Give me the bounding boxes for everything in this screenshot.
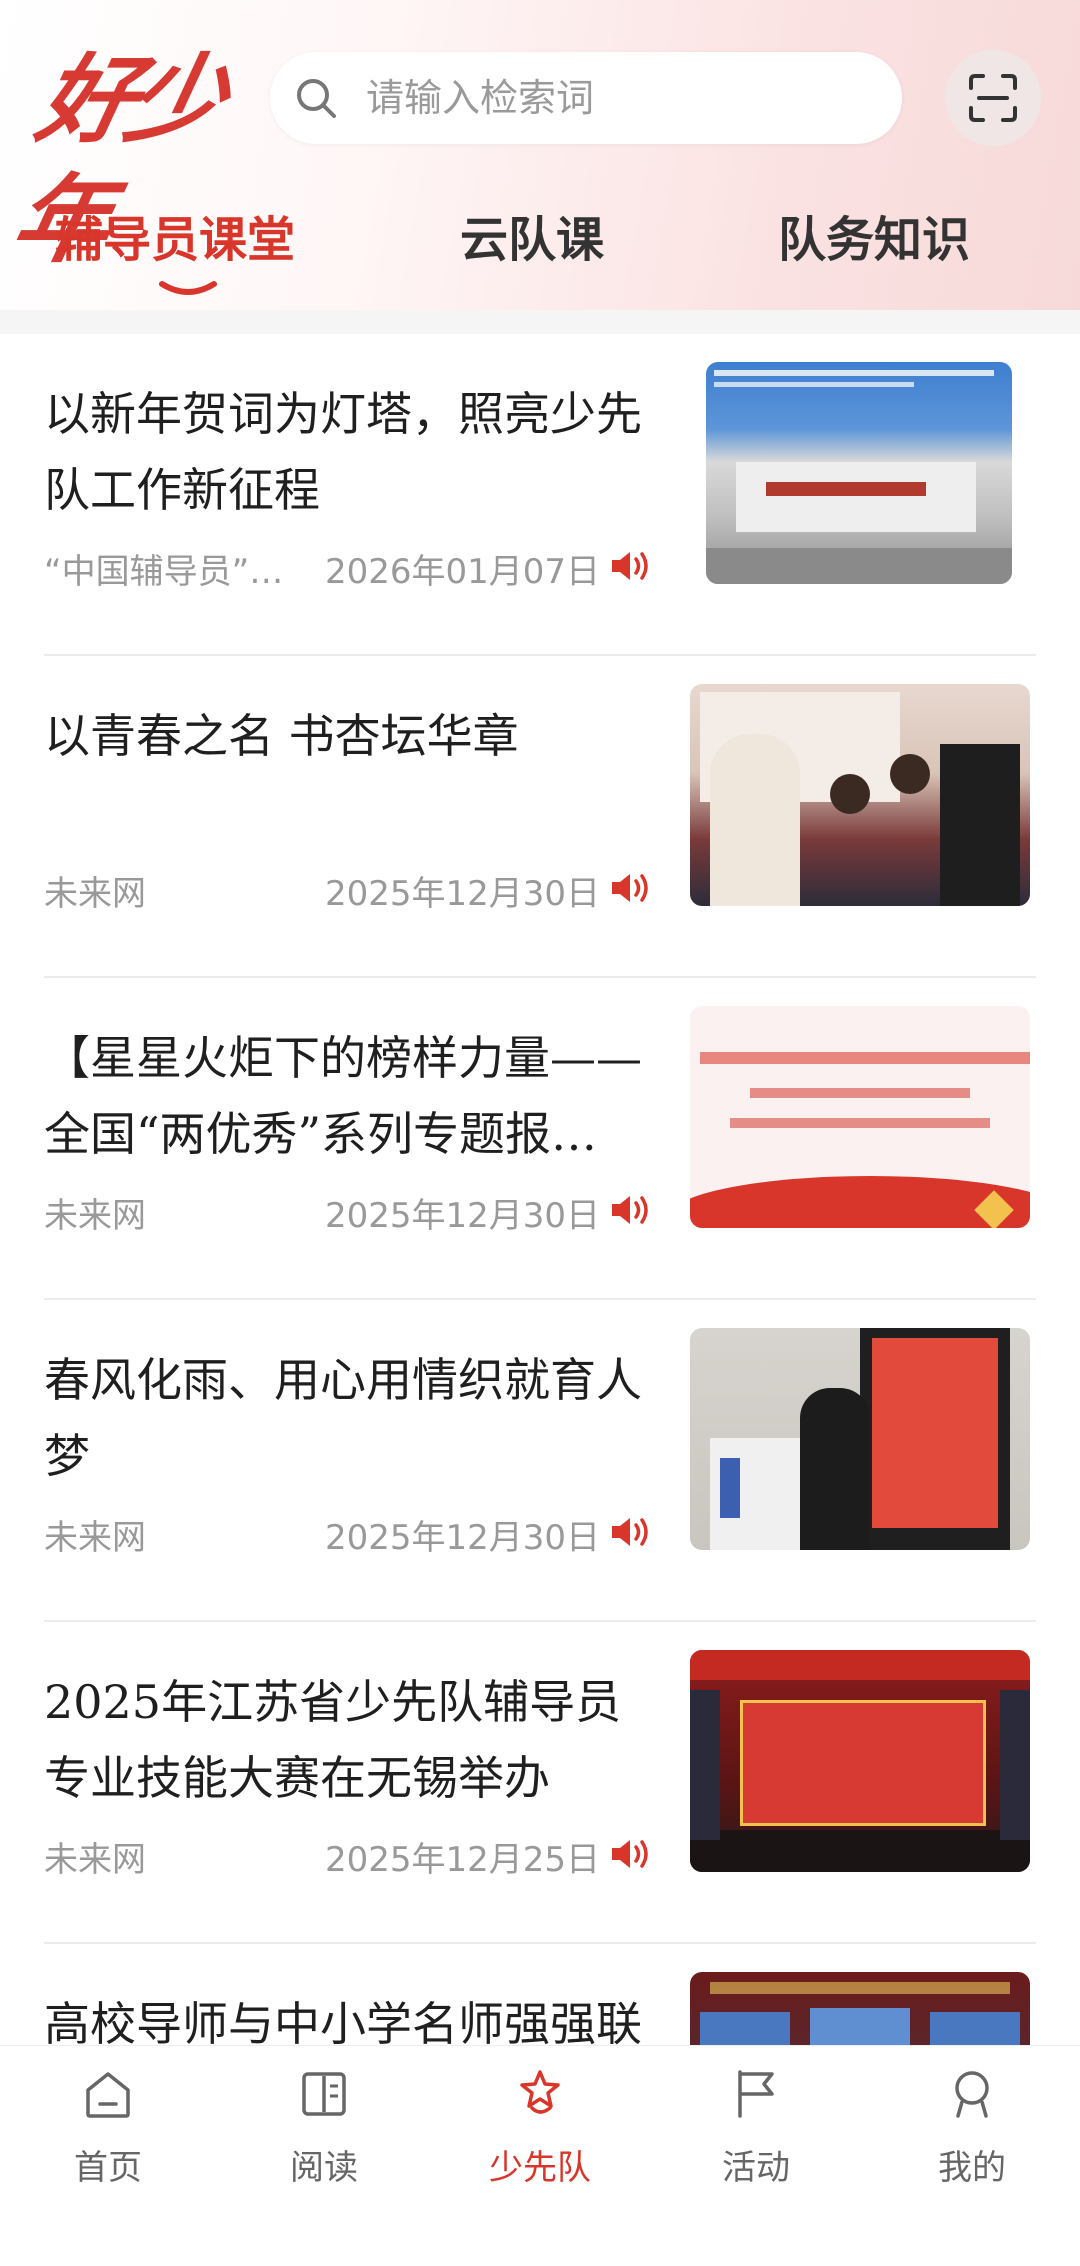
article-item[interactable]: 【星星火炬下的榜样力量——全国“两优秀”系列专题报… 未来网 2025年12月3… xyxy=(0,978,1080,1300)
article-thumbnail xyxy=(690,684,1030,906)
app-logo: 好少年 xyxy=(2,43,229,276)
search-bar[interactable]: 请输入检索词 xyxy=(270,52,902,144)
article-source: “中国辅导员”… xyxy=(44,552,284,592)
article-thumbnail xyxy=(690,1650,1030,1872)
search-placeholder: 请输入检索词 xyxy=(366,76,595,120)
article-title: 【星星火炬下的榜样力量——全国“两优秀”系列专题报… xyxy=(44,1031,642,1161)
article-title: 春风化雨、用心用情织就育人梦 xyxy=(44,1353,642,1483)
article-source: 未来网 xyxy=(44,1840,146,1880)
article-date: 2025年12月25日 xyxy=(325,1840,601,1880)
active-tab-indicator xyxy=(159,281,217,295)
article-date: 2026年01月07日 xyxy=(325,552,601,592)
article-source: 未来网 xyxy=(44,1518,146,1558)
scan-button[interactable] xyxy=(945,50,1041,146)
section-divider xyxy=(0,310,1080,334)
tab-cloud-class[interactable]: 云队课 xyxy=(460,200,604,280)
article-thumbnail xyxy=(690,1328,1030,1550)
speaker-icon[interactable] xyxy=(608,1512,652,1552)
article-item[interactable]: 春风化雨、用心用情织就育人梦 未来网 2025年12月30日 xyxy=(0,1300,1080,1622)
article-date: 2025年12月30日 xyxy=(325,1196,601,1236)
article-title: 以青春之名 书杏坛华章 xyxy=(44,709,519,763)
tab-team-knowledge[interactable]: 队务知识 xyxy=(778,200,970,280)
article-date: 2025年12月30日 xyxy=(325,1518,601,1558)
speaker-icon[interactable] xyxy=(608,1834,652,1874)
nav-label: 阅读 xyxy=(290,2148,358,2188)
book-icon xyxy=(302,2072,346,2116)
nav-pioneers[interactable]: 少先队 xyxy=(432,2046,648,2200)
article-thumbnail xyxy=(706,362,1012,584)
article-title: 以新年贺词为灯塔，照亮少先队工作新征程 xyxy=(44,387,642,517)
article-item[interactable]: 2025年江苏省少先队辅导员专业技能大赛在无锡举办 未来网 2025年12月25… xyxy=(0,1622,1080,1944)
speaker-icon[interactable] xyxy=(608,1190,652,1230)
search-icon xyxy=(297,79,336,118)
category-tabs: 辅导员课堂 云队课 队务知识 xyxy=(0,200,1080,310)
speaker-icon[interactable] xyxy=(608,546,652,586)
nav-mine[interactable]: 我的 xyxy=(864,2046,1080,2200)
nav-label: 首页 xyxy=(74,2148,142,2188)
article-title: 2025年江苏省少先队辅导员专业技能大赛在无锡举办 xyxy=(44,1675,622,1805)
app-header: 好少年 请输入检索词 辅导员课堂 云队课 队务知识 xyxy=(0,0,1080,310)
tab-counselor-class[interactable]: 辅导员课堂 xyxy=(55,200,295,280)
nav-home[interactable]: 首页 xyxy=(0,2046,216,2200)
scan-icon xyxy=(969,74,1017,122)
nav-label: 活动 xyxy=(722,2148,790,2188)
user-icon xyxy=(955,2071,989,2118)
nav-label: 我的 xyxy=(938,2148,1006,2188)
nav-label: 少先队 xyxy=(489,2148,591,2188)
nav-activities[interactable]: 活动 xyxy=(648,2046,864,2200)
article-source: 未来网 xyxy=(44,1196,146,1236)
star-torch-icon xyxy=(520,2070,560,2114)
bottom-nav: 首页 阅读 少先队 活动 我的 xyxy=(0,2045,1080,2200)
home-icon xyxy=(86,2072,130,2118)
speaker-icon[interactable] xyxy=(608,868,652,908)
nav-read[interactable]: 阅读 xyxy=(216,2046,432,2200)
article-thumbnail xyxy=(690,1006,1030,1228)
article-date: 2025年12月30日 xyxy=(325,874,601,914)
article-source: 未来网 xyxy=(44,874,146,914)
flag-icon xyxy=(738,2070,774,2118)
article-item[interactable]: 以青春之名 书杏坛华章 未来网 2025年12月30日 xyxy=(0,656,1080,978)
article-item[interactable]: 以新年贺词为灯塔，照亮少先队工作新征程 “中国辅导员”… 2026年01月07日 xyxy=(0,334,1080,656)
